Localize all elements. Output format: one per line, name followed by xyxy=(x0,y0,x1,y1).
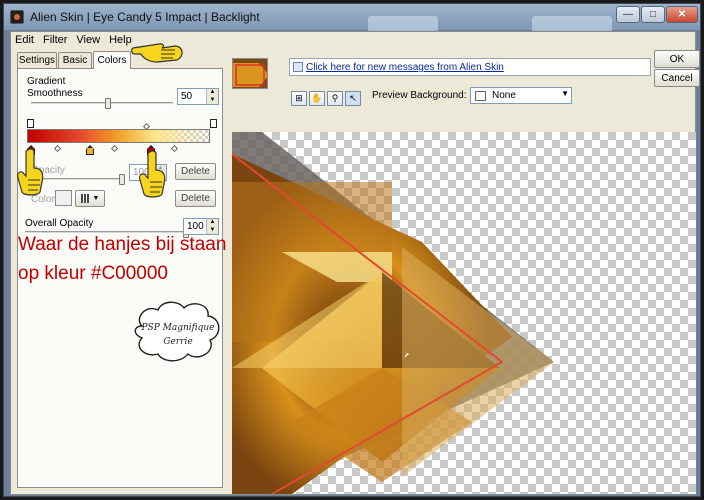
dropdown-arrow-icon: ▼ xyxy=(561,89,569,98)
message-bar[interactable]: Click here for new messages from Alien S… xyxy=(289,58,651,76)
overall-opacity-label: Overall Opacity xyxy=(25,218,94,229)
menu-bar: Edit Filter View Help xyxy=(11,32,231,48)
preview-navigator-thumbnail[interactable] xyxy=(232,58,268,89)
pointing-hand-icon xyxy=(17,148,44,196)
gradient-label: Gradient xyxy=(27,76,66,87)
cancel-button[interactable]: Cancel xyxy=(654,69,700,87)
zoom-fit-icon[interactable]: ⊞ xyxy=(291,91,307,106)
opacity-stop-left-icon[interactable] xyxy=(27,119,34,128)
smoothness-slider-track[interactable] xyxy=(31,102,173,105)
menu-filter[interactable]: Filter xyxy=(43,34,67,46)
window-title: Alien Skin | Eye Candy 5 Impact | Backli… xyxy=(30,10,260,24)
preview-background-label: Preview Background: xyxy=(372,90,467,101)
annotation-line-2: op kleur #C00000 xyxy=(18,263,168,284)
spin-up-icon[interactable]: ▲ xyxy=(207,89,218,97)
watermark-line-1: PSP Magnifique xyxy=(140,323,214,333)
gradient-bar[interactable] xyxy=(27,129,210,143)
preview-background-value: None xyxy=(492,90,516,101)
delete-color-stop-button[interactable]: Delete xyxy=(175,190,216,207)
close-button[interactable]: ✕ xyxy=(666,6,698,23)
title-bar: Alien Skin | Eye Candy 5 Impact | Backli… xyxy=(4,4,700,32)
psp-magnifique-watermark: PSP Magnifique Gerrie xyxy=(134,301,220,362)
pointing-hand-icon xyxy=(131,43,183,63)
menu-help[interactable]: Help xyxy=(109,34,132,46)
menu-edit[interactable]: Edit xyxy=(15,34,34,46)
minimize-button[interactable]: — xyxy=(616,6,640,23)
tab-colors[interactable]: Colors xyxy=(93,51,131,69)
palette-menu-button[interactable]: ▼ xyxy=(75,190,105,207)
messages-link[interactable]: Click here for new messages from Alien S… xyxy=(306,62,504,73)
smoothness-spinbox[interactable]: 50 ▲ ▼ xyxy=(177,88,219,105)
select-arrow-icon[interactable]: ↖ xyxy=(345,91,361,106)
effect-preview-canvas[interactable] xyxy=(232,132,696,494)
delete-opacity-stop-button[interactable]: Delete xyxy=(175,163,216,180)
tab-settings[interactable]: Settings xyxy=(17,52,57,68)
palette-grid-icon xyxy=(80,194,90,203)
zoom-tool-icon[interactable]: ⚲ xyxy=(327,91,343,106)
menu-view[interactable]: View xyxy=(76,34,100,46)
background-window-tab xyxy=(368,16,438,32)
color-stop-fill xyxy=(87,148,93,154)
hand-tool-icon[interactable]: ✋ xyxy=(309,91,325,106)
background-window-tab xyxy=(532,16,612,32)
pointing-hand-icon xyxy=(139,150,166,198)
backlight-preview-image xyxy=(232,132,554,494)
stop-color-swatch[interactable] xyxy=(55,190,72,206)
dropdown-arrow-icon: ▼ xyxy=(92,195,100,202)
tab-basic[interactable]: Basic xyxy=(58,52,92,68)
spin-down-icon[interactable]: ▼ xyxy=(207,96,218,104)
annotation-line-1: Waar de hanjes bij staan xyxy=(18,234,227,255)
navigator-image xyxy=(233,59,267,88)
maximize-button[interactable]: □ xyxy=(641,6,665,23)
smoothness-value: 50 xyxy=(181,91,193,102)
info-icon xyxy=(293,62,303,72)
ok-button[interactable]: OK xyxy=(654,50,700,68)
smoothness-label: Smoothness xyxy=(27,88,83,99)
eye-candy-app-icon xyxy=(10,10,24,24)
preview-background-select[interactable]: None ▼ xyxy=(470,87,572,104)
opacity-stop-right-icon[interactable] xyxy=(210,119,217,128)
watermark-line-2: Gerrie xyxy=(163,337,192,347)
background-swatch xyxy=(475,91,486,101)
stop-opacity-slider-track[interactable] xyxy=(31,178,125,181)
stop-opacity-slider-thumb[interactable] xyxy=(119,174,125,185)
spin-up-icon[interactable]: ▲ xyxy=(207,219,218,227)
smoothness-slider-thumb[interactable] xyxy=(105,98,111,109)
